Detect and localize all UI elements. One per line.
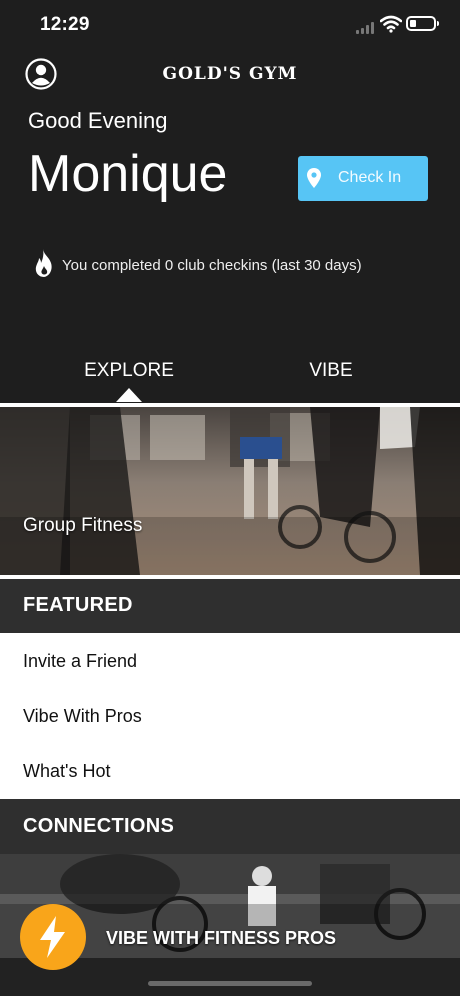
lightning-bolt-button[interactable]	[20, 904, 86, 970]
check-in-button[interactable]: Check In	[298, 156, 428, 201]
featured-list: Invite a Friend Vibe With Pros What's Ho…	[0, 633, 460, 799]
group-fitness-title: Group Fitness	[23, 515, 143, 536]
user-name: Monique	[28, 145, 228, 203]
lightning-bolt-icon	[40, 916, 65, 958]
wifi-icon	[380, 15, 402, 33]
connections-header: CONNECTIONS	[0, 799, 460, 854]
battery-icon	[406, 16, 439, 31]
check-in-label: Check In	[338, 169, 402, 186]
featured-item-label: What's Hot	[23, 761, 111, 781]
cellular-signal-icon	[356, 22, 376, 34]
featured-item-whats-hot[interactable]: What's Hot	[0, 743, 460, 798]
group-fitness-card[interactable]: Group Fitness	[0, 407, 460, 575]
tab-explore[interactable]: EXPLORE	[56, 360, 202, 382]
header: GOLD'S GYM Good Evening Monique Check In…	[0, 48, 460, 404]
featured-item-invite-a-friend[interactable]: Invite a Friend	[0, 633, 460, 688]
status-bar: 12:29	[0, 0, 460, 48]
greeting: Good Evening	[28, 108, 168, 133]
home-indicator[interactable]	[148, 981, 312, 986]
golds-gym-logo: GOLD'S GYM	[162, 64, 298, 84]
vibe-with-fitness-pros-title: VIBE WITH FITNESS PROS	[106, 928, 337, 948]
featured-title: FEATURED	[23, 594, 133, 616]
tab-vibe[interactable]: VIBE	[270, 360, 392, 382]
tab-selected-indicator	[116, 388, 142, 402]
location-pin-icon	[307, 168, 321, 188]
featured-header: FEATURED	[0, 579, 460, 633]
group-fitness-photo	[0, 407, 460, 575]
featured-item-vibe-with-pros[interactable]: Vibe With Pros	[0, 688, 460, 743]
fire-icon	[35, 249, 52, 277]
connections-title: CONNECTIONS	[23, 815, 175, 837]
featured-item-label: Vibe With Pros	[23, 706, 142, 726]
status-time: 12:29	[40, 14, 90, 35]
checkins-summary: You completed 0 club checkins (last 30 d…	[62, 257, 362, 274]
featured-item-label: Invite a Friend	[23, 651, 138, 671]
